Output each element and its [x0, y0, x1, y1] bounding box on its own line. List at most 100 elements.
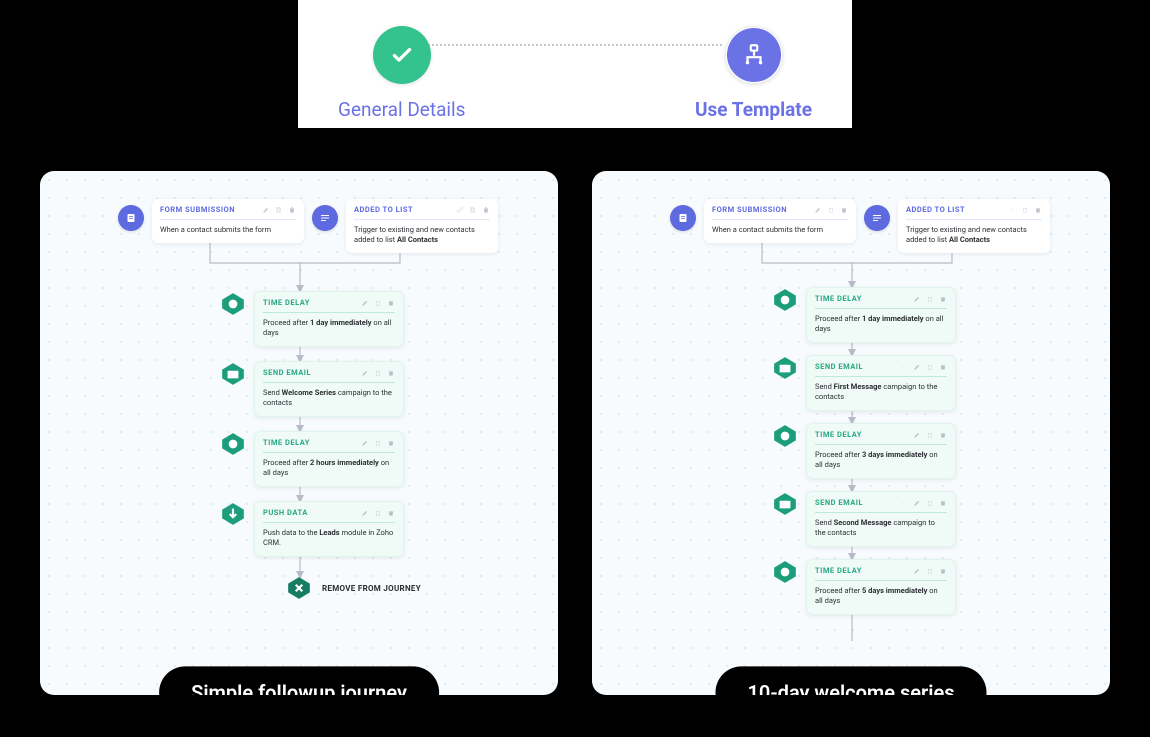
- node-toolbar[interactable]: [456, 206, 490, 214]
- link-icon[interactable]: [900, 363, 908, 371]
- copy-icon[interactable]: [374, 299, 382, 307]
- journey-canvas: FORM SUBMISSION When a contact submits t…: [592, 171, 1110, 695]
- copy-icon[interactable]: [926, 567, 934, 575]
- stepper-connector: [428, 44, 722, 46]
- delete-icon[interactable]: [387, 369, 395, 377]
- action-push-data[interactable]: PUSH DATA Push data to the Leads module …: [220, 501, 404, 557]
- node-toolbar[interactable]: [913, 567, 947, 575]
- edit-icon[interactable]: [913, 567, 921, 575]
- action-time-delay-3[interactable]: TIME DELAY Proceed after 5 days immediat…: [772, 559, 956, 615]
- journey-canvas: FORM SUBMISSION When a contact submits t…: [40, 171, 558, 695]
- edit-icon[interactable]: [913, 295, 921, 303]
- node-toolbar[interactable]: [900, 363, 947, 371]
- action-send-email-1[interactable]: SEND EMAIL Send First Message campaign t…: [772, 355, 956, 411]
- node-toolbar[interactable]: [348, 369, 395, 377]
- template-card-simple-followup[interactable]: FORM SUBMISSION When a contact submits t…: [40, 171, 558, 695]
- step-general-details[interactable]: General Details: [338, 26, 465, 121]
- trigger-form-submission[interactable]: FORM SUBMISSION When a contact submits t…: [118, 199, 304, 243]
- edit-icon[interactable]: [361, 299, 369, 307]
- copy-icon[interactable]: [275, 206, 283, 214]
- delete-icon[interactable]: [840, 206, 848, 214]
- delete-icon[interactable]: [387, 299, 395, 307]
- copy-icon[interactable]: [926, 295, 934, 303]
- copy-icon[interactable]: [926, 499, 934, 507]
- delete-icon[interactable]: [939, 295, 947, 303]
- delete-icon[interactable]: [387, 439, 395, 447]
- edit-icon[interactable]: [361, 369, 369, 377]
- form-icon: [118, 205, 144, 231]
- copy-icon[interactable]: [1021, 206, 1029, 214]
- action-send-email-2[interactable]: SEND EMAIL Send Second Message campaign …: [772, 491, 956, 547]
- copy-icon[interactable]: [374, 439, 382, 447]
- node-toolbar[interactable]: [361, 299, 395, 307]
- clock-icon: [772, 559, 798, 585]
- delete-icon[interactable]: [387, 509, 395, 517]
- node-box: TIME DELAY Proceed after 2 hours immedia…: [254, 431, 404, 487]
- trigger-form-submission[interactable]: FORM SUBMISSION When a contact submits t…: [670, 199, 856, 243]
- step-label: Use Template: [695, 98, 812, 121]
- node-toolbar[interactable]: [262, 206, 296, 214]
- copy-icon[interactable]: [374, 509, 382, 517]
- copy-icon[interactable]: [926, 431, 934, 439]
- node-description: Proceed after 3 days immediately on all …: [815, 450, 947, 470]
- node-toolbar[interactable]: [1008, 206, 1042, 214]
- node-title: ADDED TO LIST: [906, 205, 965, 215]
- action-remove-from-journey[interactable]: REMOVE FROM JOURNEY: [286, 575, 421, 601]
- node-description: Push data to the Leads module in Zoho CR…: [263, 528, 395, 548]
- node-box: TIME DELAY Proceed after 3 days immediat…: [806, 423, 956, 479]
- step-circle: [725, 26, 783, 84]
- node-title: TIME DELAY: [815, 294, 862, 304]
- edit-icon[interactable]: [913, 499, 921, 507]
- edit-icon[interactable]: [913, 363, 921, 371]
- copy-icon[interactable]: [827, 206, 835, 214]
- link-icon[interactable]: [456, 206, 464, 214]
- node-title: TIME DELAY: [815, 566, 862, 576]
- mail-icon: [772, 355, 798, 381]
- node-box: FORM SUBMISSION When a contact submits t…: [704, 199, 856, 243]
- copy-icon[interactable]: [469, 206, 477, 214]
- action-time-delay-1[interactable]: TIME DELAY Proceed after 1 day immediate…: [772, 287, 956, 343]
- node-description: Send First Message campaign to the conta…: [815, 382, 947, 402]
- node-title: FORM SUBMISSION: [160, 205, 235, 215]
- node-toolbar[interactable]: [361, 439, 395, 447]
- delete-icon[interactable]: [939, 499, 947, 507]
- edit-icon[interactable]: [361, 439, 369, 447]
- delete-icon[interactable]: [482, 206, 490, 214]
- node-toolbar[interactable]: [900, 499, 947, 507]
- delete-icon[interactable]: [939, 431, 947, 439]
- wizard-stepper: General Details Use Template: [298, 0, 852, 128]
- node-title: TIME DELAY: [815, 430, 862, 440]
- node-box: FORM SUBMISSION When a contact submits t…: [152, 199, 304, 243]
- link-icon[interactable]: [348, 369, 356, 377]
- node-description: Proceed after 1 day immediately on all d…: [815, 314, 947, 334]
- node-title: FORM SUBMISSION: [712, 205, 787, 215]
- step-use-template[interactable]: Use Template: [695, 26, 812, 121]
- trigger-added-to-list[interactable]: ADDED TO LIST Trigger to existing and ne…: [864, 199, 1050, 253]
- action-time-delay-2[interactable]: TIME DELAY Proceed after 2 hours immedia…: [220, 431, 404, 487]
- node-toolbar[interactable]: [913, 295, 947, 303]
- node-toolbar[interactable]: [361, 509, 395, 517]
- node-box: SEND EMAIL Send First Message campaign t…: [806, 355, 956, 411]
- push-icon: [220, 501, 246, 527]
- action-send-email-1[interactable]: SEND EMAIL Send Welcome Series campaign …: [220, 361, 404, 417]
- delete-icon[interactable]: [939, 567, 947, 575]
- link-icon[interactable]: [900, 499, 908, 507]
- template-card-welcome-series[interactable]: FORM SUBMISSION When a contact submits t…: [592, 171, 1110, 695]
- copy-icon[interactable]: [926, 363, 934, 371]
- edit-icon[interactable]: [262, 206, 270, 214]
- link-icon[interactable]: [1008, 206, 1016, 214]
- node-toolbar[interactable]: [913, 431, 947, 439]
- copy-icon[interactable]: [374, 369, 382, 377]
- node-description: Trigger to existing and new contacts add…: [906, 225, 1042, 245]
- action-time-delay-2[interactable]: TIME DELAY Proceed after 3 days immediat…: [772, 423, 956, 479]
- delete-icon[interactable]: [1034, 206, 1042, 214]
- delete-icon[interactable]: [288, 206, 296, 214]
- edit-icon[interactable]: [361, 509, 369, 517]
- delete-icon[interactable]: [939, 363, 947, 371]
- action-time-delay-1[interactable]: TIME DELAY Proceed after 1 day immediate…: [220, 291, 404, 347]
- node-toolbar[interactable]: [814, 206, 848, 214]
- edit-icon[interactable]: [814, 206, 822, 214]
- edit-icon[interactable]: [913, 431, 921, 439]
- node-box: TIME DELAY Proceed after 1 day immediate…: [806, 287, 956, 343]
- trigger-added-to-list[interactable]: ADDED TO LIST Trigger to existing and ne…: [312, 199, 498, 253]
